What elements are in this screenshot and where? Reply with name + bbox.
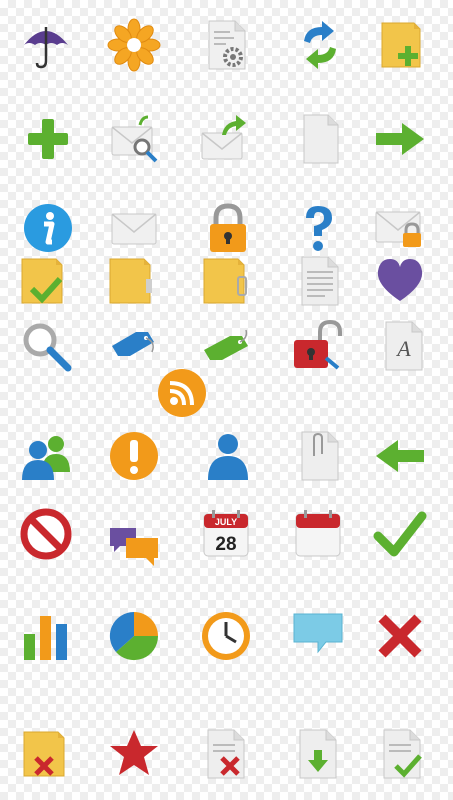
- lock-open-icon: [290, 318, 346, 374]
- calendar-day: 28: [215, 534, 236, 555]
- star-icon: [106, 726, 162, 782]
- sync-icon: [292, 17, 348, 73]
- document-check-icon: [374, 726, 430, 782]
- document-font-icon: A: [376, 318, 432, 374]
- folder-add-icon: [374, 17, 430, 73]
- document-attachment-icon: [292, 428, 348, 484]
- umbrella-icon: [18, 17, 74, 73]
- mail-icon: [106, 200, 162, 256]
- mail-search-icon: [106, 111, 162, 167]
- document-settings-icon: [199, 17, 255, 73]
- add-icon: [20, 111, 76, 167]
- mail-forward-icon: [196, 111, 252, 167]
- close-icon: [372, 608, 428, 664]
- speech-bubble-icon: [290, 608, 346, 664]
- search-icon: [18, 318, 74, 374]
- document-download-icon: [290, 726, 346, 782]
- document-blank-icon: [292, 111, 348, 167]
- folder-clip-icon: [198, 253, 254, 309]
- folder-delete-icon: [18, 726, 74, 782]
- block-icon: [18, 506, 74, 562]
- arrow-right-icon: [372, 111, 428, 167]
- document-delete-icon: [198, 726, 254, 782]
- bar-chart-icon: [18, 608, 74, 664]
- calendar-date-icon: JULY 28: [198, 506, 254, 562]
- checkmark-icon: [372, 506, 428, 562]
- pie-chart-icon: [106, 608, 162, 664]
- arrow-left-icon: [372, 428, 428, 484]
- folder-check-icon: [16, 253, 72, 309]
- document-text-icon: [292, 253, 348, 309]
- calendar-icon: [290, 506, 346, 562]
- calendar-month: JULY: [215, 517, 237, 527]
- font-letter: A: [395, 336, 411, 361]
- heart-icon: [372, 253, 428, 309]
- folder-icon: [104, 253, 160, 309]
- help-icon: [290, 200, 346, 256]
- users-icon: [18, 428, 74, 484]
- user-icon: [200, 428, 256, 484]
- warning-icon: [106, 428, 162, 484]
- rss-feed-icon: [154, 365, 210, 421]
- flower-icon: [106, 17, 162, 73]
- mail-lock-icon: [372, 200, 428, 256]
- clock-icon: [198, 608, 254, 664]
- chat-icon: [106, 520, 162, 576]
- lock-icon: [200, 200, 256, 256]
- info-icon: [20, 200, 76, 256]
